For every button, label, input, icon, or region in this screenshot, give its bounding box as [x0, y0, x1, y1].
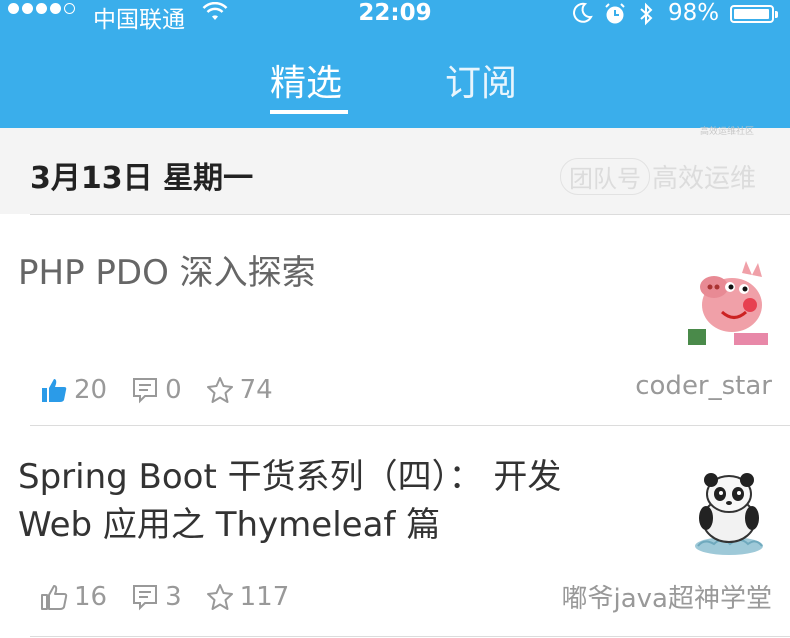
- article-thumbnail[interactable]: [684, 468, 774, 558]
- thumbs-up-icon: [42, 379, 67, 402]
- battery-percent: 98%: [668, 0, 720, 26]
- watermark: 团队号 高效运维: [560, 158, 756, 195]
- tab-bar: 精选 订阅: [0, 30, 790, 128]
- article-title-line: Spring Boot 干货系列（四）： 开发: [18, 457, 562, 497]
- comment-icon: [133, 378, 158, 404]
- moon-icon: [571, 2, 593, 30]
- comment-count: 3: [165, 582, 182, 612]
- active-tab-indicator: [270, 110, 348, 114]
- star-count: 74: [239, 375, 273, 405]
- date-header: 高效运维社区 3月13日 星期一 团队号 高效运维: [0, 127, 790, 214]
- article-stats: 20 0 74: [40, 375, 297, 405]
- watermark-badge: 团队号: [560, 158, 650, 195]
- article-card[interactable]: PHP PDO 深入探索 20 0 74 coder_star: [0, 215, 790, 425]
- star-button[interactable]: 74: [206, 375, 273, 405]
- thumbs-up-icon: [41, 585, 68, 610]
- star-icon: [206, 584, 233, 610]
- article-stats: 16 3 117: [40, 582, 313, 612]
- article-title-line: Web 应用之 Thymeleaf 篇: [18, 505, 441, 545]
- article-author[interactable]: 嘟爷java超神学堂: [562, 578, 772, 615]
- watermark-caption: 高效运维社区: [700, 127, 755, 137]
- comment-icon: [133, 585, 158, 611]
- top-bar: 中国联通 22:09 98% 精选 订阅: [0, 0, 790, 128]
- tab-subscriptions[interactable]: 订阅: [445, 54, 517, 106]
- like-button[interactable]: 16: [40, 582, 107, 612]
- like-count: 16: [74, 582, 108, 612]
- tab-featured[interactable]: 精选: [270, 54, 342, 106]
- date-label: 3月13日 星期一: [30, 161, 254, 196]
- comment-count: 0: [165, 375, 182, 405]
- star-icon: [206, 377, 233, 403]
- article-thumbnail[interactable]: [684, 257, 774, 347]
- star-count: 117: [239, 582, 290, 612]
- article-author[interactable]: coder_star: [635, 371, 772, 401]
- divider: [30, 636, 790, 637]
- battery-icon: [730, 5, 778, 23]
- like-count: 20: [74, 375, 108, 405]
- bluetooth-icon: [638, 2, 654, 32]
- article-title[interactable]: Spring Boot 干货系列（四）： 开发 Web 应用之 Thymelea…: [18, 453, 561, 549]
- alarm-icon: [603, 2, 627, 32]
- star-button[interactable]: 117: [206, 582, 290, 612]
- like-button[interactable]: 20: [40, 375, 107, 405]
- comment-button[interactable]: 0: [131, 375, 182, 405]
- article-title[interactable]: PHP PDO 深入探索: [18, 249, 316, 297]
- article-card[interactable]: Spring Boot 干货系列（四）： 开发 Web 应用之 Thymelea…: [0, 426, 790, 638]
- watermark-text: 高效运维: [652, 164, 757, 194]
- comment-button[interactable]: 3: [131, 582, 182, 612]
- status-bar: 中国联通 22:09 98%: [0, 0, 790, 33]
